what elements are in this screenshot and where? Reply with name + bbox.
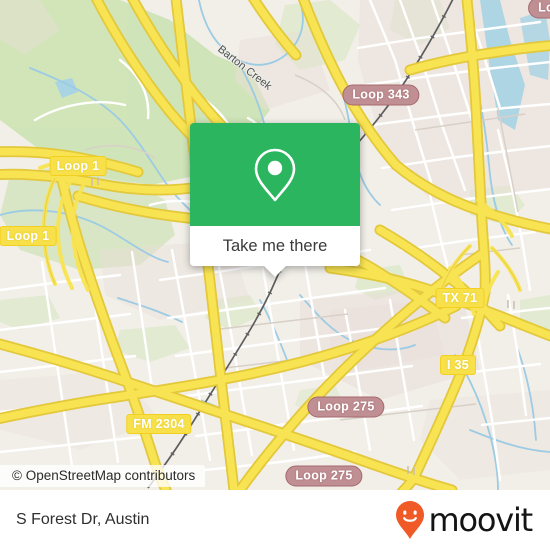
take-me-there-label: Take me there bbox=[222, 236, 328, 255]
osm-attribution[interactable]: © OpenStreetMap contributors bbox=[0, 465, 206, 487]
card-pointer-tail bbox=[263, 265, 287, 277]
road-shield-loop-1-upper[interactable]: Loop 1 bbox=[49, 156, 107, 176]
take-me-there-card[interactable]: Take me there bbox=[190, 123, 360, 277]
moovit-logo[interactable]: moovit bbox=[395, 500, 533, 540]
footer-bar: S Forest Dr, Austin moovit bbox=[0, 490, 550, 550]
card-footer[interactable]: Take me there bbox=[190, 226, 360, 277]
road-shield-loop-343[interactable]: Loop 343 bbox=[342, 84, 420, 106]
road-shield-loop-275-low[interactable]: Loop 275 bbox=[285, 465, 363, 487]
card-image-area bbox=[190, 123, 360, 226]
moovit-pin-smiley-icon bbox=[396, 501, 425, 539]
road-shield-loop-275-mid[interactable]: Loop 275 bbox=[307, 396, 385, 418]
road-shield-loop-1-lower[interactable]: Loop 1 bbox=[0, 226, 57, 246]
road-shield-fm-2304[interactable]: FM 2304 bbox=[126, 414, 192, 434]
map-pin-icon bbox=[254, 148, 296, 201]
road-shield-i-35[interactable]: I 35 bbox=[439, 355, 477, 375]
moovit-wordmark: moovit bbox=[428, 501, 533, 539]
moovit-map-screen: Loop 1 Loop 1 Loop 343 Lo TX 71 I 35 FM 2304 Lo… bbox=[0, 0, 550, 550]
road-shield-tx-71[interactable]: TX 71 bbox=[435, 288, 485, 308]
location-address: S Forest Dr, Austin bbox=[16, 511, 150, 528]
road-shield-loop-top-right[interactable]: Lo bbox=[528, 0, 550, 19]
